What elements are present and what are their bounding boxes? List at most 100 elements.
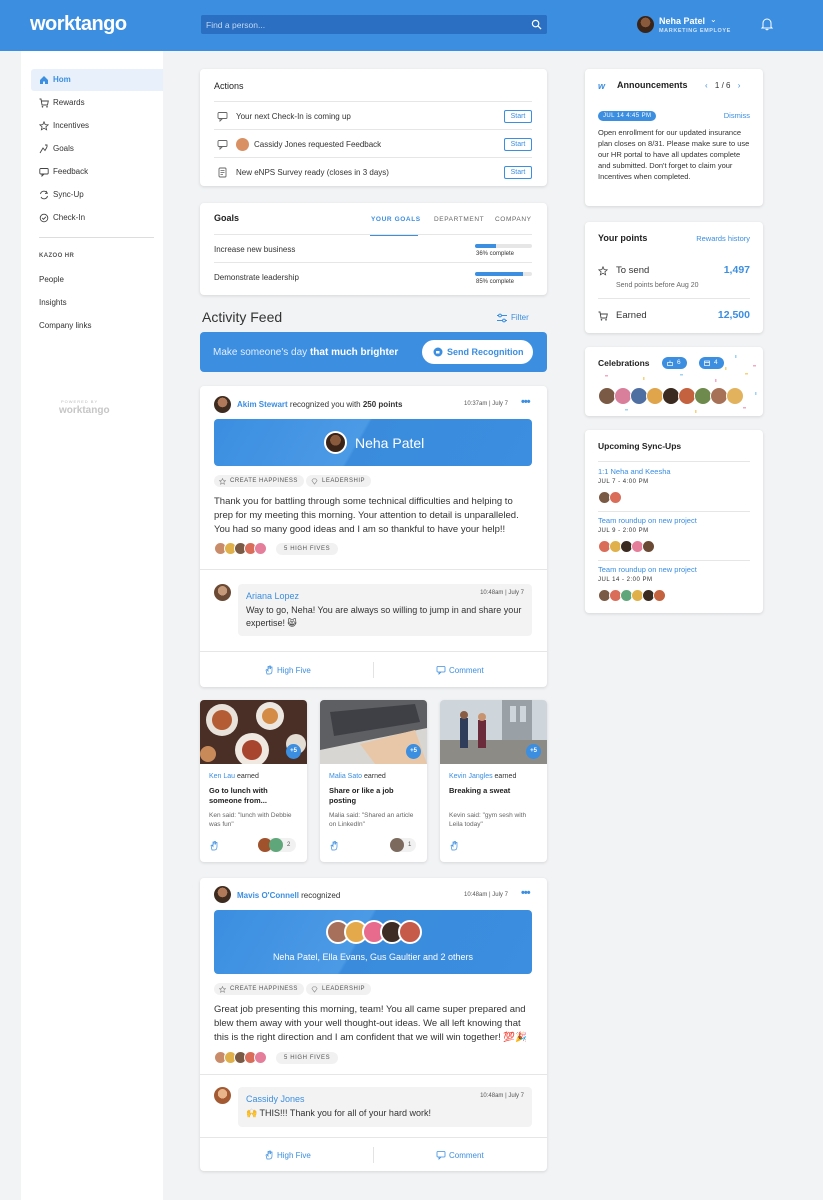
start-button[interactable]: Start (504, 166, 532, 179)
syncup-name[interactable]: 1:1 Neha and Keesha (598, 467, 671, 476)
goal-progress-bar (475, 244, 532, 248)
start-button[interactable]: Start (504, 138, 532, 151)
sidebar-link-people[interactable]: People (39, 275, 64, 284)
more-options-icon[interactable]: ••• (521, 887, 531, 899)
comment-button[interactable]: Comment (436, 666, 484, 675)
search-input[interactable] (206, 15, 516, 34)
high-five-button[interactable]: High Five (265, 1150, 311, 1160)
announcements-pager: ‹ 1 / 6 › (705, 81, 740, 90)
syncup-name[interactable]: Team roundup on new project (598, 565, 697, 574)
post-time: 10:48am | July 7 (464, 892, 508, 898)
sidebar-item-goals[interactable]: Goals (31, 138, 163, 160)
comment-author[interactable]: Cassidy Jones (246, 1094, 305, 1104)
earned-verb: earned (362, 773, 386, 780)
earner-name[interactable]: Malia Sato (329, 773, 362, 780)
high-five-label: High Five (277, 666, 311, 675)
tab-department[interactable]: DEPARTMENT (434, 216, 484, 223)
send-recognition-button[interactable]: Send Recognition (422, 340, 533, 364)
post-time: 10:37am | July 7 (464, 401, 508, 407)
sidebar-item-label: Feedback (53, 167, 89, 176)
sidebar-item-label: Sync-Up (53, 190, 84, 199)
star-icon (39, 121, 49, 131)
sidebar-item-incentives[interactable]: Incentives (31, 115, 163, 137)
sidebar-item-rewards[interactable]: Rewards (31, 92, 163, 114)
divider (373, 662, 374, 678)
action-row[interactable]: New eNPS Survey ready (closes in 3 days)… (214, 157, 532, 185)
sidebar-item-label: Incentives (53, 121, 90, 130)
action-row[interactable]: Cassidy Jones requested Feedback Start (214, 129, 532, 157)
bell-icon[interactable] (760, 17, 774, 31)
start-button[interactable]: Start (504, 110, 532, 123)
recipient-names: Neha Patel, Ella Evans, Gus Gaultier and… (272, 952, 474, 962)
sidebar-link-insights[interactable]: Insights (39, 298, 67, 307)
recognition-post: Mavis O'Connell recognized 10:48am | Jul… (200, 878, 547, 1171)
avatar (214, 584, 231, 601)
send-recognition-label: Send Recognition (447, 347, 524, 357)
filter-icon (497, 313, 507, 323)
earner-name[interactable]: Ken Lau (209, 773, 235, 780)
goal-row[interactable]: Demonstrate leadership 85% complete (214, 262, 532, 290)
avatar (609, 491, 622, 504)
powered-by-logo: worktango (59, 405, 110, 416)
sidebar-item-sync-up[interactable]: Sync-Up (31, 184, 163, 206)
sidebar-item-home[interactable]: Hom (31, 69, 163, 91)
tag-label: LEADERSHIP (322, 986, 366, 992)
dismiss-button[interactable]: Dismiss (724, 111, 750, 120)
incentive-card[interactable]: +5 Kevin Jangles earned Breaking a sweat… (440, 700, 547, 862)
chevron-right-icon[interactable]: › (738, 81, 741, 90)
worktango-logo-icon: w (598, 81, 606, 91)
sidebar-item-check-in[interactable]: Check-In (31, 207, 163, 229)
to-send-note: Send points before Aug 20 (616, 282, 699, 289)
anniversaries-badge[interactable]: 4 (699, 357, 724, 369)
tab-your-goals[interactable]: YOUR GOALS (371, 216, 421, 223)
filter-button[interactable]: Filter (497, 313, 529, 323)
hand-icon[interactable] (449, 840, 459, 851)
avatar (269, 838, 283, 852)
app-logo[interactable]: worktango (30, 13, 127, 36)
user-menu[interactable]: Neha Patel ⌄ MARKETING EMPLOYE (637, 14, 747, 38)
announcement-body: Open enrollment for our updated insuranc… (598, 128, 750, 181)
celebrations-title: Celebrations (598, 358, 650, 368)
high-five-summary[interactable]: 5 HIGH FIVES (214, 542, 344, 556)
celebrations-card[interactable]: Celebrations 6 4 (585, 347, 763, 416)
avatar[interactable] (726, 387, 744, 405)
search-box (201, 15, 547, 34)
goal-row[interactable]: Increase new business 36% complete (214, 234, 532, 262)
checkin-icon (217, 112, 228, 122)
hand-icon[interactable] (329, 840, 339, 851)
points-badge: +5 (406, 744, 421, 759)
goal-progress-label: 85% complete (476, 279, 515, 285)
syncup-date: JUL 9 - 2:00 PM (598, 528, 649, 534)
earner-name[interactable]: Kevin Jangles (449, 773, 493, 780)
comment-button[interactable]: Comment (436, 1151, 484, 1160)
diamond-icon (311, 478, 318, 485)
incentive-card[interactable]: +5 Malia Sato earned Share or like a job… (320, 700, 427, 862)
high-five-summary[interactable]: 5 HIGH FIVES (214, 1051, 344, 1065)
birthdays-badge[interactable]: 6 (662, 357, 687, 369)
tab-company[interactable]: COMPANY (495, 216, 532, 223)
cart-icon (39, 98, 49, 108)
more-options-icon[interactable]: ••• (521, 396, 531, 408)
sidebar-item-label: Rewards (53, 98, 85, 107)
filter-label: Filter (511, 313, 529, 322)
comment-author[interactable]: Ariana Lopez (246, 591, 299, 601)
action-row[interactable]: Your next Check-In is coming up Start (214, 101, 532, 129)
chevron-down-icon: ⌄ (710, 15, 717, 24)
incentive-quote: Ken said: "lunch with Debbie was fun" (209, 812, 292, 828)
rewards-history-link[interactable]: Rewards history (696, 234, 750, 243)
sidebar-item-label: Hom (53, 75, 71, 84)
incentive-card[interactable]: +5 Ken Lau earned Go to lunch with someo… (200, 700, 307, 862)
sidebar-link-company-links[interactable]: Company links (39, 321, 91, 330)
sidebar: Hom Rewards Incentives Goals Feedback Sy… (21, 51, 163, 1200)
post-author[interactable]: Mavis O'Connell (237, 891, 299, 900)
recognition-post: Akim Stewart recognized you with 250 poi… (200, 386, 547, 687)
feedback-icon (39, 168, 49, 177)
sidebar-item-feedback[interactable]: Feedback (31, 161, 163, 183)
post-author[interactable]: Akim Stewart (237, 400, 288, 409)
hand-icon[interactable] (209, 840, 219, 851)
syncup-name[interactable]: Team roundup on new project (598, 516, 697, 525)
high-five-count: 5 HIGH FIVES (276, 1052, 339, 1064)
search-icon[interactable] (531, 19, 542, 30)
chevron-left-icon[interactable]: ‹ (705, 81, 708, 90)
high-five-button[interactable]: High Five (265, 665, 311, 675)
